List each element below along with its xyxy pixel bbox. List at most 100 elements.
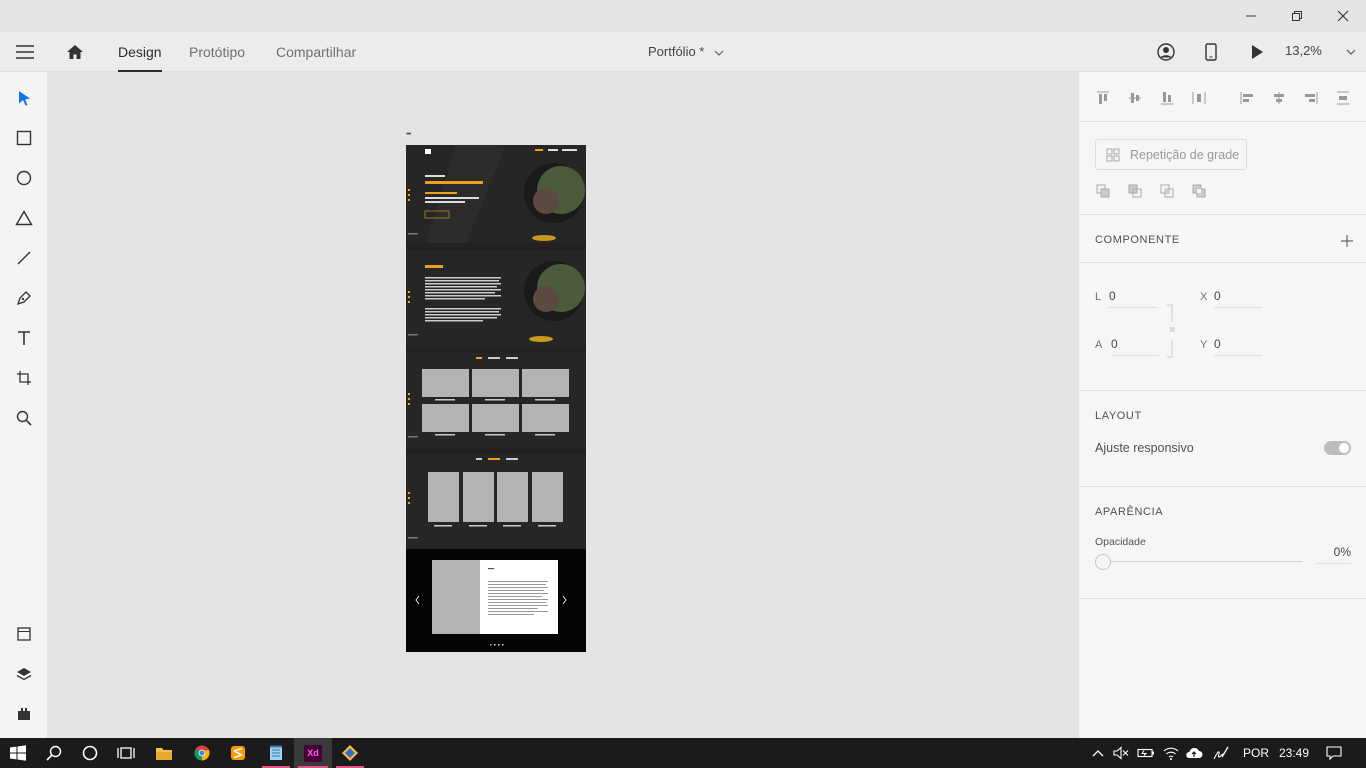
distribute-horizontal-icon: [1192, 92, 1206, 104]
battery-button[interactable]: [1135, 738, 1157, 768]
network-button[interactable]: [1160, 738, 1182, 768]
input-language[interactable]: POR: [1243, 738, 1269, 768]
notepad-button[interactable]: [258, 738, 294, 768]
restore-button[interactable]: [1274, 0, 1320, 32]
repeat-grid-label: Repetição de grade: [1130, 147, 1240, 162]
slider-thumb[interactable]: [1095, 554, 1111, 570]
ellipse-icon: [16, 170, 32, 186]
line-tool[interactable]: [9, 243, 39, 273]
home-button[interactable]: [62, 40, 88, 64]
plugins-panel-button[interactable]: [9, 699, 39, 729]
diamond-app-icon: [342, 745, 358, 761]
triangle-icon: [15, 210, 33, 226]
align-left-button[interactable]: [1237, 88, 1257, 108]
boolean-subtract-icon: [1128, 184, 1142, 198]
align-toolbar: [1079, 72, 1366, 122]
tab-share[interactable]: Compartilhar: [276, 32, 356, 72]
boolean-subtract-button[interactable]: [1125, 181, 1145, 201]
task-view-icon: [117, 747, 135, 759]
adobe-xd-button[interactable]: Xd: [294, 738, 332, 768]
restore-icon: [1292, 11, 1302, 21]
align-left-icon: [1240, 92, 1253, 104]
distribute-vertical-icon: [1337, 91, 1349, 105]
polygon-tool[interactable]: [9, 203, 39, 233]
cortana-button[interactable]: [72, 738, 108, 768]
tab-prototype[interactable]: Protótipo: [189, 32, 245, 72]
play-icon: [1252, 45, 1263, 59]
app-button[interactable]: [332, 738, 368, 768]
close-button[interactable]: [1320, 0, 1366, 32]
add-component-button[interactable]: [1337, 231, 1357, 251]
align-center-button[interactable]: [1269, 88, 1289, 108]
design-canvas[interactable]: •••: [48, 72, 1078, 738]
appearance-title: APARÊNCIA: [1095, 506, 1164, 518]
layers-panel-button[interactable]: [9, 659, 39, 689]
distribute-horizontal-button[interactable]: [1189, 88, 1209, 108]
responsive-resize-label: Ajuste responsivo: [1095, 441, 1194, 455]
rectangle-tool[interactable]: [9, 123, 39, 153]
align-middle-button[interactable]: [1125, 88, 1145, 108]
start-button[interactable]: [0, 738, 36, 768]
show-hidden-icons-button[interactable]: [1088, 738, 1108, 768]
minimize-icon: [1246, 15, 1256, 17]
chrome-button[interactable]: [184, 738, 220, 768]
toggle-knob: [1339, 443, 1349, 453]
document-title: Portfólio *: [648, 44, 705, 59]
align-top-button[interactable]: [1093, 88, 1113, 108]
pointer-arrow-icon: [19, 91, 30, 106]
hamburger-menu-button[interactable]: [12, 40, 38, 64]
responsive-resize-toggle[interactable]: [1324, 441, 1351, 455]
boolean-intersect-button[interactable]: [1157, 181, 1177, 201]
sublime-text-button[interactable]: [220, 738, 256, 768]
boolean-exclude-icon: [1192, 184, 1206, 198]
select-tool[interactable]: [9, 83, 39, 113]
action-center-button[interactable]: [1322, 738, 1346, 768]
tab-design[interactable]: Design: [118, 32, 162, 72]
pen-workspace-button[interactable]: [1209, 738, 1233, 768]
cortana-circle-icon: [82, 745, 98, 761]
play-preview-button[interactable]: [1246, 40, 1268, 64]
volume-button[interactable]: [1110, 738, 1132, 768]
file-explorer-button[interactable]: [146, 738, 182, 768]
pen-tool[interactable]: [9, 283, 39, 313]
opacity-slider[interactable]: [1095, 554, 1303, 570]
width-input[interactable]: 0: [1109, 289, 1157, 308]
repeat-grid-button[interactable]: Repetição de grade: [1095, 139, 1247, 170]
artboard-name-label[interactable]: •••: [406, 131, 411, 138]
lock-aspect-icon[interactable]: [1167, 302, 1177, 360]
text-tool[interactable]: [9, 323, 39, 353]
width-label: L: [1095, 291, 1102, 303]
minimize-button[interactable]: [1228, 0, 1274, 32]
x-label: X: [1200, 291, 1208, 303]
x-input[interactable]: 0: [1214, 289, 1262, 308]
y-input[interactable]: 0: [1214, 337, 1262, 356]
system-clock[interactable]: 23:49: [1279, 738, 1309, 768]
ellipse-tool[interactable]: [9, 163, 39, 193]
artboard-preview: [406, 145, 586, 652]
distribute-vertical-button[interactable]: [1333, 88, 1353, 108]
align-right-button[interactable]: [1301, 88, 1321, 108]
zoom-dropdown[interactable]: 13,2%: [1285, 32, 1356, 72]
component-title: COMPONENTE: [1095, 234, 1180, 246]
height-input[interactable]: 0: [1111, 337, 1159, 356]
slider-track: [1103, 561, 1303, 562]
align-middle-icon: [1129, 93, 1141, 103]
document-title-dropdown[interactable]: Portfólio *: [648, 32, 724, 72]
artboard-portfolio[interactable]: [406, 145, 586, 652]
close-icon: [1337, 10, 1349, 22]
task-view-button[interactable]: [108, 738, 144, 768]
artboard-tool[interactable]: [9, 363, 39, 393]
assets-panel-button[interactable]: [9, 619, 39, 649]
opacity-label: Opacidade: [1095, 536, 1146, 548]
onedrive-button[interactable]: [1183, 738, 1205, 768]
opacity-input[interactable]: 0%: [1317, 545, 1351, 564]
speaker-muted-icon: [1113, 746, 1129, 760]
user-account-button[interactable]: [1154, 40, 1178, 64]
boolean-exclude-button[interactable]: [1189, 181, 1209, 201]
search-button[interactable]: [36, 738, 72, 768]
search-icon: [46, 745, 62, 761]
device-preview-button[interactable]: [1200, 40, 1222, 64]
align-bottom-button[interactable]: [1157, 88, 1177, 108]
zoom-tool[interactable]: [9, 403, 39, 433]
boolean-add-button[interactable]: [1093, 181, 1113, 201]
